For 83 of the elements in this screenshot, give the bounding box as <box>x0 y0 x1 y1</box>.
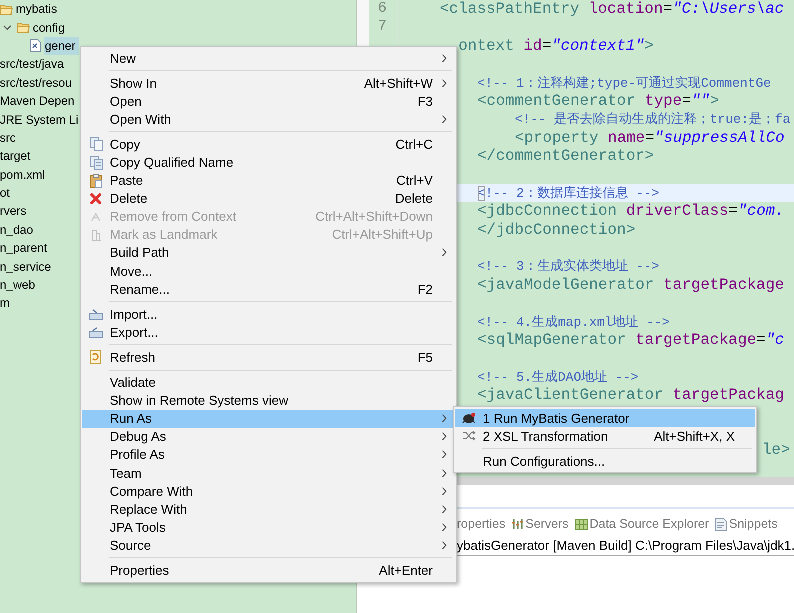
tree-item[interactable]: n_service <box>0 258 52 276</box>
beetle-icon <box>462 412 476 424</box>
code-line: <!-- 5.生成DAO地址 --> <box>478 368 639 387</box>
menu-item[interactable]: New <box>82 49 455 68</box>
tree-item[interactable]: n_parent <box>0 239 48 258</box>
tree-item[interactable]: Maven Depen <box>0 92 75 110</box>
code-line: <sqlMapGenerator targetPackage="c <box>478 331 784 350</box>
menu-item[interactable]: Compare With <box>82 482 455 500</box>
tree-item[interactable]: mybatis <box>16 0 58 18</box>
menu-item[interactable]: Replace With <box>82 500 455 518</box>
view-tab[interactable]: Data Source Explorer <box>590 517 710 531</box>
tree-item[interactable]: n_dao <box>0 220 34 239</box>
snippets-icon <box>715 518 728 530</box>
menu-item[interactable]: Move... <box>82 262 455 280</box>
menu-item[interactable]: 1 Run MyBatis Generator <box>455 409 755 428</box>
view-tab[interactable]: Servers <box>526 517 569 531</box>
menu-item[interactable]: Show in Remote Systems view <box>82 392 455 410</box>
code-line: <javaClientGenerator targetPackag <box>478 386 784 405</box>
menu-item[interactable]: Run As <box>82 410 455 428</box>
menu-item[interactable]: Export... <box>82 323 455 342</box>
menu-item[interactable]: Team <box>82 464 455 482</box>
menu-item[interactable]: Source <box>82 536 455 554</box>
menu-item[interactable]: Validate <box>82 374 455 392</box>
import-icon <box>89 308 103 320</box>
menu-item[interactable]: Copy Ctrl+C <box>82 135 455 154</box>
code-line: ontext id="context1"> <box>458 36 654 56</box>
folder-icon <box>0 4 13 15</box>
export-icon <box>89 326 103 338</box>
menu-item[interactable]: Profile As <box>82 446 455 464</box>
menu-item[interactable]: JPA Tools <box>82 518 455 536</box>
tree-item[interactable]: ot <box>0 184 10 202</box>
menu-item[interactable]: Rename... F2 <box>82 280 455 298</box>
line-number: 6 <box>376 0 388 18</box>
code-line: le> <box>762 441 790 460</box>
menu-item[interactable]: Run Configurations... <box>455 452 755 470</box>
view-tab[interactable]: roperties <box>457 517 506 531</box>
code-line: <!-- 1：注释构建;type-可通过实现CommentGe <box>478 74 772 93</box>
tree-item[interactable]: src/test/resou <box>0 74 72 92</box>
code-line: <!-- 3：生成实体类地址 --> <box>478 258 660 276</box>
copy-icon <box>90 137 102 152</box>
copy-icon <box>90 156 102 170</box>
menu-item[interactable]: Paste Ctrl+V <box>82 172 455 190</box>
code-line: <commentGenerator type=""> <box>478 92 720 110</box>
menu-item[interactable]: Copy Qualified Name <box>82 153 455 172</box>
tree-item[interactable]: m <box>0 294 10 312</box>
line-number: 7 <box>376 18 388 37</box>
shuffle-arrows-icon <box>462 431 476 442</box>
code-line: <jdbcConnection driverClass="com. <box>478 202 784 221</box>
menu-item[interactable]: 2 XSL Transformation Alt+Shift+X, X <box>455 427 755 446</box>
paste-icon <box>90 174 102 188</box>
menu-item[interactable]: Import... <box>82 305 455 324</box>
code-line: <!-- 4.生成map.xml地址 --> <box>478 314 670 332</box>
delete-icon <box>90 192 102 205</box>
code-line: <!-- 是否去除自动生成的注释；true:是；fa <box>515 111 791 130</box>
tree-item[interactable]: gener <box>44 36 79 55</box>
menu-item[interactable]: Show In Alt+Shift+W <box>82 74 455 92</box>
tree-item[interactable]: pom.xml <box>0 166 46 184</box>
tree-item[interactable]: src <box>0 128 16 147</box>
menu-item[interactable]: Open F3 <box>82 92 455 110</box>
database-icon <box>574 518 588 530</box>
menu-item[interactable]: Debug As <box>82 428 455 446</box>
code-line: </commentGenerator> <box>478 147 654 166</box>
tree-item[interactable]: JRE System Li <box>0 110 79 129</box>
tree-item[interactable]: config <box>33 18 66 37</box>
menu-item[interactable]: Build Path <box>82 244 455 262</box>
menu-item[interactable]: Refresh F5 <box>82 348 455 366</box>
view-tab[interactable]: Snippets <box>729 517 778 531</box>
console-title: ybatisGenerator [Maven Build] C:\Program Files\Java\jdk1. <box>457 538 794 552</box>
servers-icon <box>512 518 524 530</box>
code-line: <javaModelGenerator targetPackage <box>478 276 784 294</box>
tree-item[interactable]: src/test/java <box>0 55 64 74</box>
code-line: </jdbcConnection> <box>478 220 636 240</box>
tree-item[interactable]: rvers <box>0 202 27 220</box>
xml-file-icon <box>30 39 41 52</box>
menu-item[interactable]: Delete Delete <box>82 190 455 208</box>
code-line: <classPathEntry location="C:\Users\ac <box>440 0 784 18</box>
tree-item[interactable]: target <box>0 147 31 166</box>
menu-item[interactable]: Open With <box>82 110 455 128</box>
folder-icon <box>17 22 30 34</box>
code-line: <property name="suppressAllCo <box>515 128 785 148</box>
tree-item[interactable]: n_web <box>0 276 36 294</box>
refresh-icon <box>90 350 102 364</box>
menu-item[interactable]: Properties Alt+Enter <box>82 561 455 580</box>
